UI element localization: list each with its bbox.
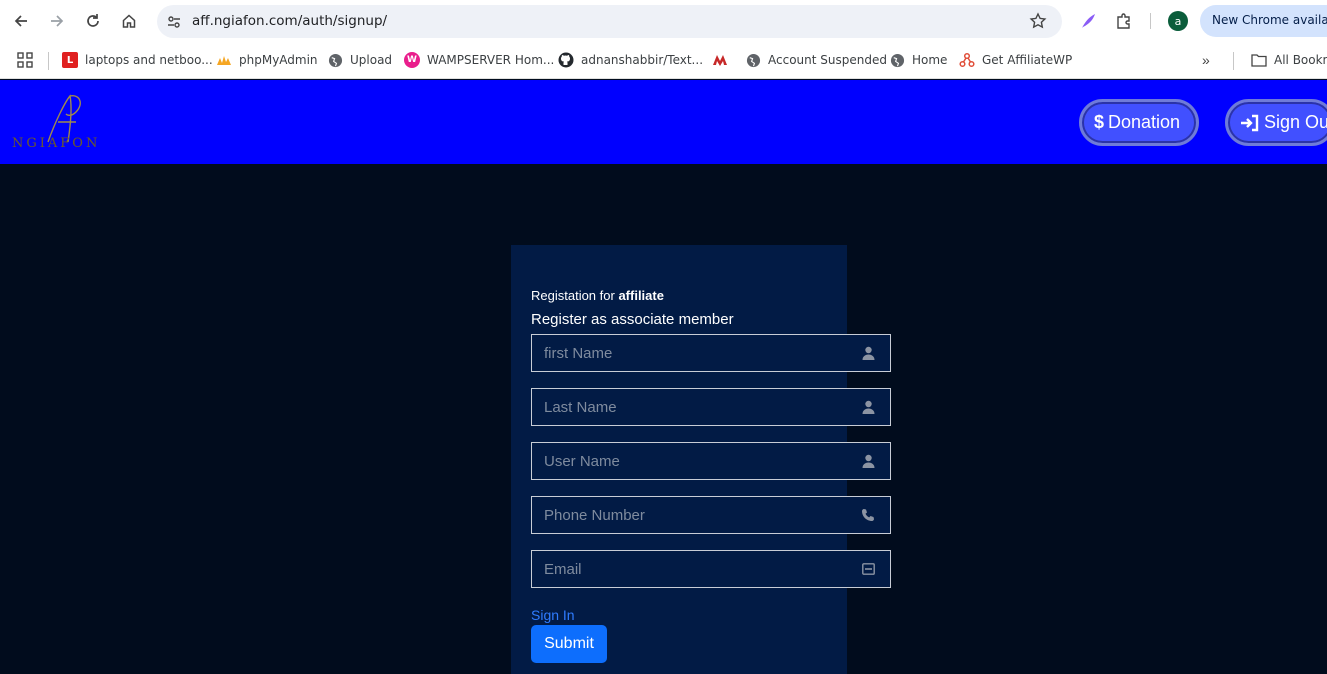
url-text[interactable]: aff.ngiafon.com/auth/signup/ <box>192 13 387 29</box>
email-input[interactable] <box>532 551 847 587</box>
m-favicon-icon <box>712 52 728 68</box>
bookmark-phpmyadmin[interactable]: phpMyAdmin <box>216 50 318 70</box>
bookmark-wampserver[interactable]: W WAMPSERVER Hom... <box>404 50 554 70</box>
user-icon <box>860 345 876 361</box>
bookmark-affiliatewp[interactable]: Get AffiliateWP <box>959 50 1072 70</box>
last-name-field <box>531 388 891 426</box>
bookmark-m[interactable] <box>712 50 735 70</box>
phpmyadmin-favicon-icon <box>216 52 232 68</box>
arrow-right-icon <box>51 15 64 27</box>
globe-icon <box>327 52 343 68</box>
site-header: NGIAFON $ Donation Sign Out <box>0 80 1327 164</box>
sign-in-link[interactable]: Sign In <box>531 607 575 623</box>
last-name-input[interactable] <box>532 389 847 425</box>
profile-avatar[interactable]: a <box>1168 11 1188 31</box>
reload-button[interactable] <box>81 9 105 33</box>
first-name-input[interactable] <box>532 335 847 371</box>
globe-icon <box>745 52 761 68</box>
toolbar-divider <box>1150 13 1151 29</box>
phone-number-field <box>531 496 891 534</box>
form-title: Registation for affiliate <box>531 288 664 303</box>
first-name-field <box>531 334 891 372</box>
all-bookmarks-folder[interactable]: All Bookmarks <box>1251 50 1327 70</box>
bookmarks-bar: L laptops and netboo... phpMyAdmin Uploa… <box>0 42 1327 79</box>
dollar-icon: $ <box>1094 112 1105 132</box>
back-button[interactable] <box>9 9 33 33</box>
bookmarks-divider <box>48 52 49 70</box>
bookmark-star-icon[interactable] <box>1029 12 1047 30</box>
envelope-icon <box>860 561 876 577</box>
sign-in-arrow-icon <box>1240 114 1260 132</box>
logo-wordmark: NGIAFON <box>12 136 101 151</box>
phone-icon <box>860 507 876 523</box>
arrow-left-icon <box>14 15 27 27</box>
site-settings-icon[interactable] <box>165 13 183 31</box>
phone-number-input[interactable] <box>532 497 847 533</box>
email-field <box>531 550 891 588</box>
reload-icon <box>87 14 99 27</box>
globe-icon <box>889 52 905 68</box>
affiliatewp-favicon-icon <box>959 52 975 68</box>
forward-button[interactable] <box>45 9 69 33</box>
sign-out-button[interactable]: Sign Out <box>1225 99 1327 146</box>
home-button[interactable] <box>117 9 141 33</box>
address-bar[interactable]: aff.ngiafon.com/auth/signup/ <box>157 5 1062 38</box>
bookmark-upload[interactable]: Upload <box>327 50 392 70</box>
quill-extension-icon[interactable] <box>1077 10 1099 32</box>
chrome-update-chip[interactable]: New Chrome available <box>1200 5 1327 37</box>
user-name-field <box>531 442 891 480</box>
submit-button[interactable]: Submit <box>531 625 607 663</box>
laptops-favicon-icon: L <box>62 52 78 68</box>
folder-icon <box>1251 52 1267 68</box>
github-icon <box>558 52 574 68</box>
wampserver-favicon-icon: W <box>404 52 420 68</box>
bookmarks-divider <box>1233 52 1234 70</box>
apps-grid-icon[interactable] <box>17 52 33 68</box>
bookmark-home[interactable]: Home <box>889 50 947 70</box>
site-logo[interactable]: NGIAFON <box>12 92 108 154</box>
donation-button[interactable]: $ Donation <box>1079 99 1199 146</box>
bookmark-github[interactable]: adnanshabbir/Text... <box>558 50 703 70</box>
more-bookmarks-chevron-icon[interactable]: » <box>1202 52 1210 68</box>
user-icon <box>860 453 876 469</box>
bookmark-account-suspended[interactable]: Account Suspended <box>745 50 887 70</box>
extensions-puzzle-icon[interactable] <box>1113 10 1135 32</box>
form-subtitle: Register as associate member <box>531 311 734 328</box>
bookmark-laptops[interactable]: L laptops and netboo... <box>62 50 213 70</box>
browser-toolbar: aff.ngiafon.com/auth/signup/ a New Chrom… <box>0 0 1327 42</box>
home-icon <box>122 14 136 28</box>
user-icon <box>860 399 876 415</box>
user-name-input[interactable] <box>532 443 847 479</box>
